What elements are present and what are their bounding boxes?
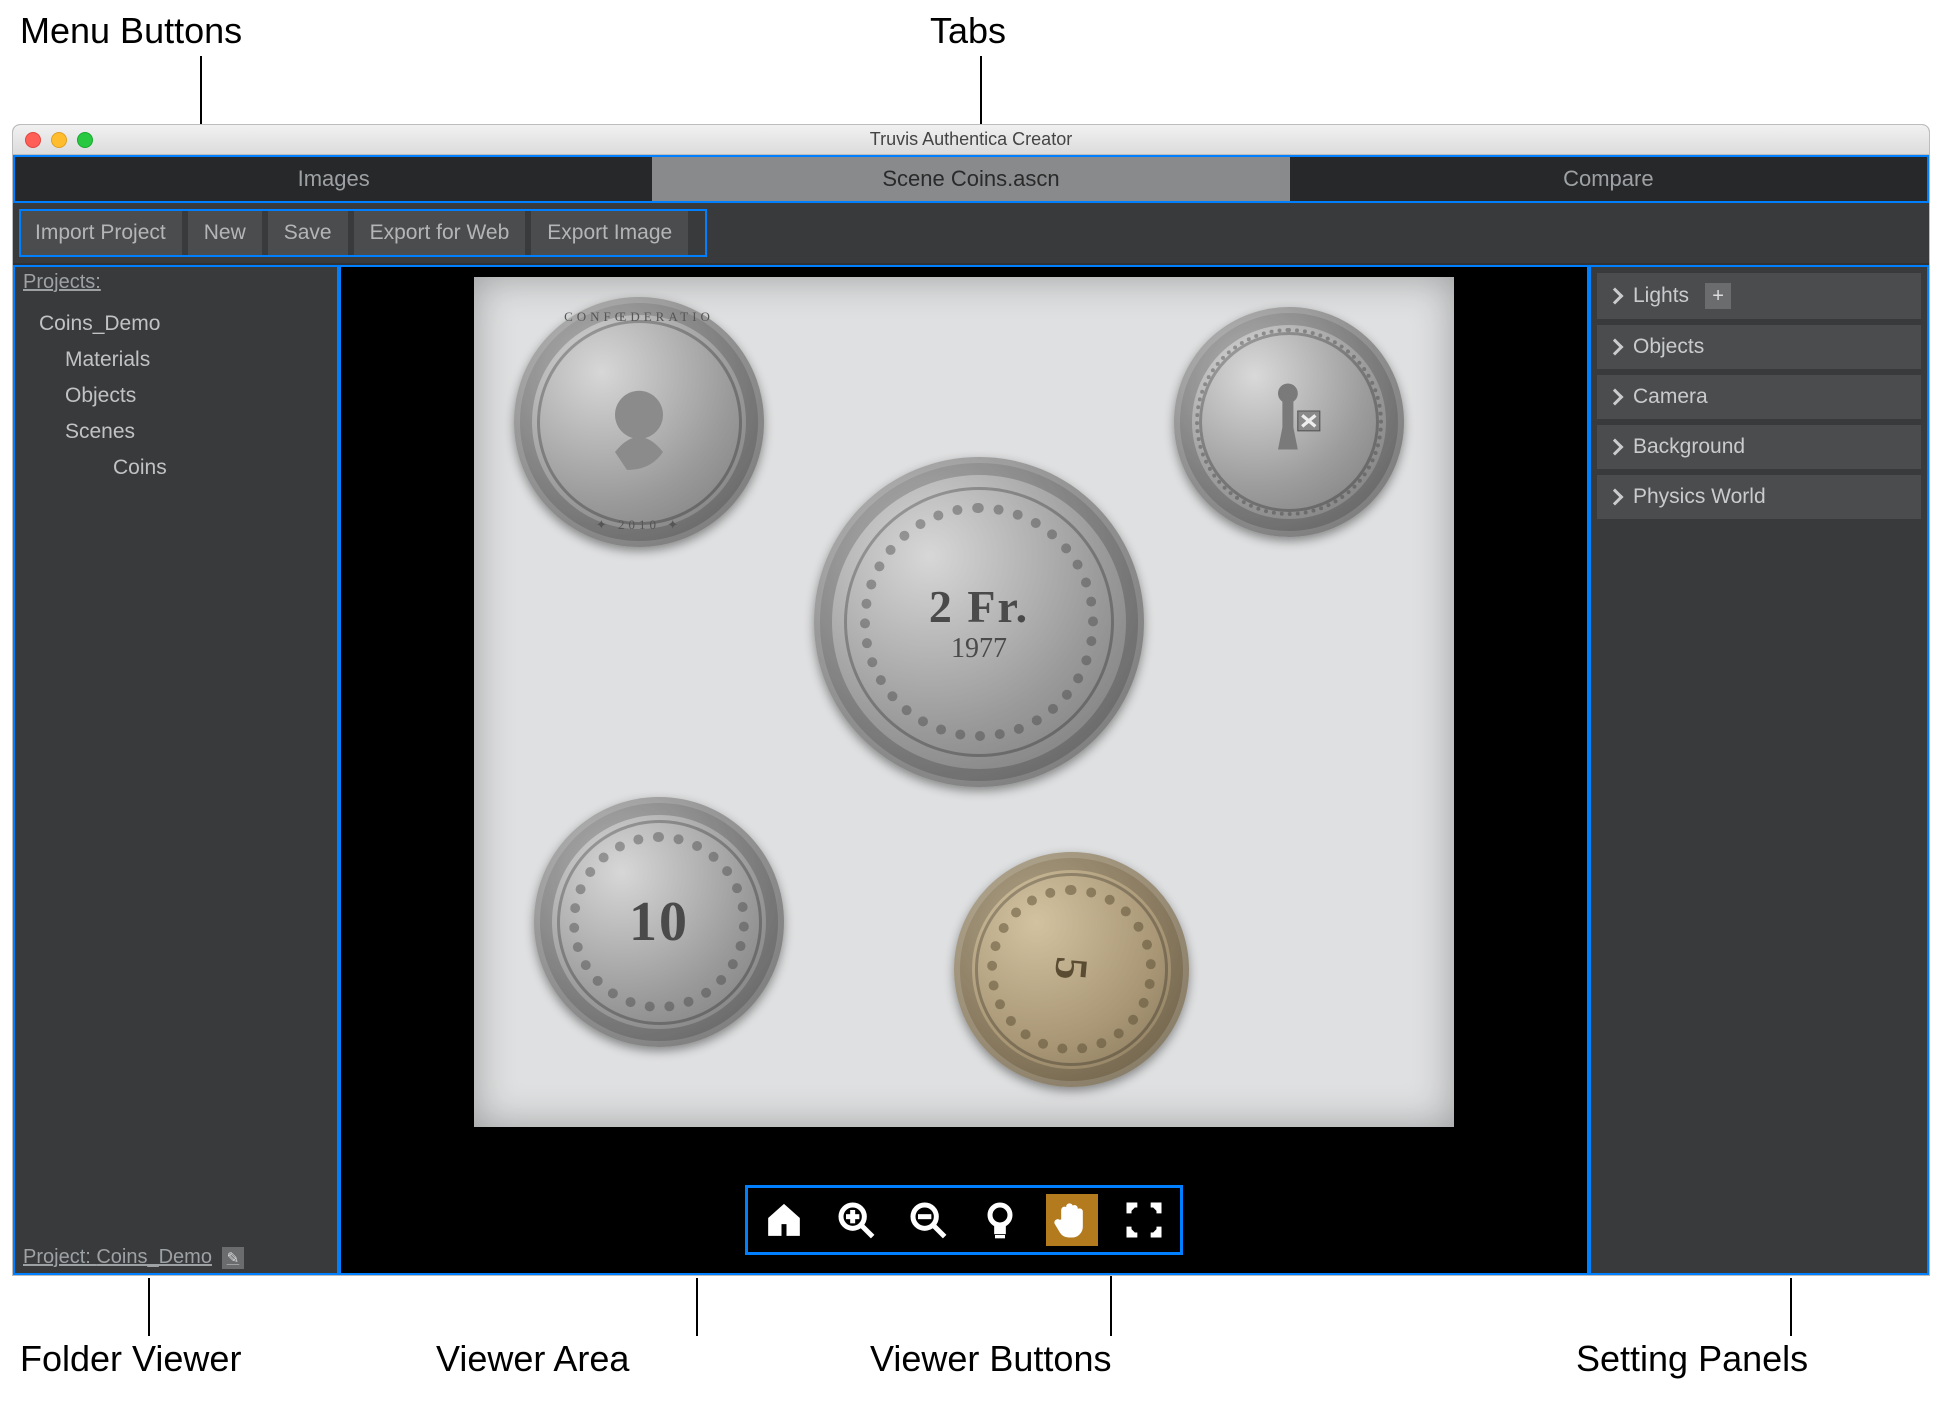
- export-web-button[interactable]: Export for Web: [354, 211, 526, 255]
- coin-top-right: [1174, 307, 1404, 537]
- tab-scene[interactable]: Scene Coins.ascn: [652, 157, 1289, 201]
- chevron-right-icon: [1607, 288, 1624, 305]
- zoom-out-icon[interactable]: [902, 1194, 954, 1246]
- panel-background[interactable]: Background: [1597, 425, 1921, 469]
- tab-images[interactable]: Images: [15, 157, 652, 201]
- tree-objects[interactable]: Objects: [55, 378, 323, 414]
- folder-viewer: Projects: Coins_Demo Materials Objects S…: [13, 265, 339, 1275]
- minimize-icon[interactable]: [51, 132, 67, 148]
- panel-objects[interactable]: Objects: [1597, 325, 1921, 369]
- chevron-right-icon: [1607, 339, 1624, 356]
- coin-bottom-right: 5: [954, 852, 1189, 1087]
- export-image-button[interactable]: Export Image: [531, 211, 688, 255]
- new-button[interactable]: New: [188, 211, 262, 255]
- tree-scenes[interactable]: Scenes: [55, 414, 323, 450]
- annotation-menu-buttons: Menu Buttons: [20, 10, 242, 52]
- coin-br-value: 5: [1044, 955, 1099, 985]
- zoom-in-icon[interactable]: [830, 1194, 882, 1246]
- panel-label: Lights: [1633, 284, 1689, 308]
- save-button[interactable]: Save: [268, 211, 348, 255]
- panel-physics-world[interactable]: Physics World: [1597, 475, 1921, 519]
- coin-bottom-left: 10: [534, 797, 784, 1047]
- panel-label: Objects: [1633, 335, 1704, 359]
- settings-panels: Lights + Objects Camera Background: [1589, 265, 1929, 1275]
- projects-label: Projects:: [15, 267, 337, 298]
- annotation-line: [1790, 1278, 1792, 1336]
- window-titlebar: Truvis Authentica Creator: [13, 125, 1929, 155]
- annotation-viewer-buttons: Viewer Buttons: [870, 1338, 1111, 1380]
- toolbar: Import Project New Save Export for Web E…: [13, 203, 1929, 263]
- home-icon[interactable]: [758, 1194, 810, 1246]
- coin-tl-year: ✦ 2010 ✦: [514, 517, 764, 533]
- project-node[interactable]: Coins_Demo: [29, 306, 323, 342]
- viewer-button-bar: [745, 1185, 1183, 1255]
- annotation-line: [696, 1278, 698, 1336]
- coin-top-left: CONFŒDERATIO ✦ 2010 ✦: [514, 297, 764, 547]
- maximize-icon[interactable]: [77, 132, 93, 148]
- chevron-right-icon: [1607, 389, 1624, 406]
- project-footer: Project: Coins_Demo ✎: [15, 1242, 337, 1273]
- annotation-viewer-area: Viewer Area: [436, 1338, 629, 1380]
- tree-scene-coins[interactable]: Coins: [103, 450, 323, 486]
- panel-label: Background: [1633, 435, 1745, 459]
- footer-project-name: Coins_Demo: [96, 1246, 212, 1268]
- annotation-setting-panels: Setting Panels: [1576, 1338, 1808, 1380]
- fullscreen-icon[interactable]: [1118, 1194, 1170, 1246]
- viewer-area[interactable]: CONFŒDERATIO ✦ 2010 ✦ 2 Fr. 1977: [339, 265, 1589, 1275]
- panel-camera[interactable]: Camera: [1597, 375, 1921, 419]
- chevron-right-icon: [1607, 489, 1624, 506]
- panel-label: Camera: [1633, 385, 1708, 409]
- panel-label: Physics World: [1633, 485, 1766, 509]
- add-light-icon[interactable]: +: [1705, 283, 1731, 309]
- app-window: Truvis Authentica Creator Images Scene C…: [12, 124, 1930, 1276]
- edit-project-icon[interactable]: ✎: [222, 1247, 244, 1269]
- coin-tl-arc-top: CONFŒDERATIO: [514, 309, 764, 325]
- viewer-canvas[interactable]: CONFŒDERATIO ✦ 2010 ✦ 2 Fr. 1977: [474, 277, 1454, 1127]
- tree-materials[interactable]: Materials: [55, 342, 323, 378]
- annotation-folder-viewer: Folder Viewer: [20, 1338, 241, 1380]
- annotation-tabs: Tabs: [930, 10, 1006, 52]
- close-icon[interactable]: [25, 132, 41, 148]
- chevron-right-icon: [1607, 439, 1624, 456]
- annotation-line: [148, 1278, 150, 1336]
- panel-lights[interactable]: Lights +: [1597, 273, 1921, 319]
- import-project-button[interactable]: Import Project: [19, 211, 182, 255]
- coin-center: 2 Fr. 1977: [814, 457, 1144, 787]
- window-title: Truvis Authentica Creator: [870, 129, 1072, 150]
- tab-compare[interactable]: Compare: [1290, 157, 1927, 201]
- tab-bar: Images Scene Coins.ascn Compare: [13, 155, 1929, 203]
- light-icon[interactable]: [974, 1194, 1026, 1246]
- hand-icon[interactable]: [1046, 1194, 1098, 1246]
- footer-prefix: Project:: [23, 1246, 96, 1268]
